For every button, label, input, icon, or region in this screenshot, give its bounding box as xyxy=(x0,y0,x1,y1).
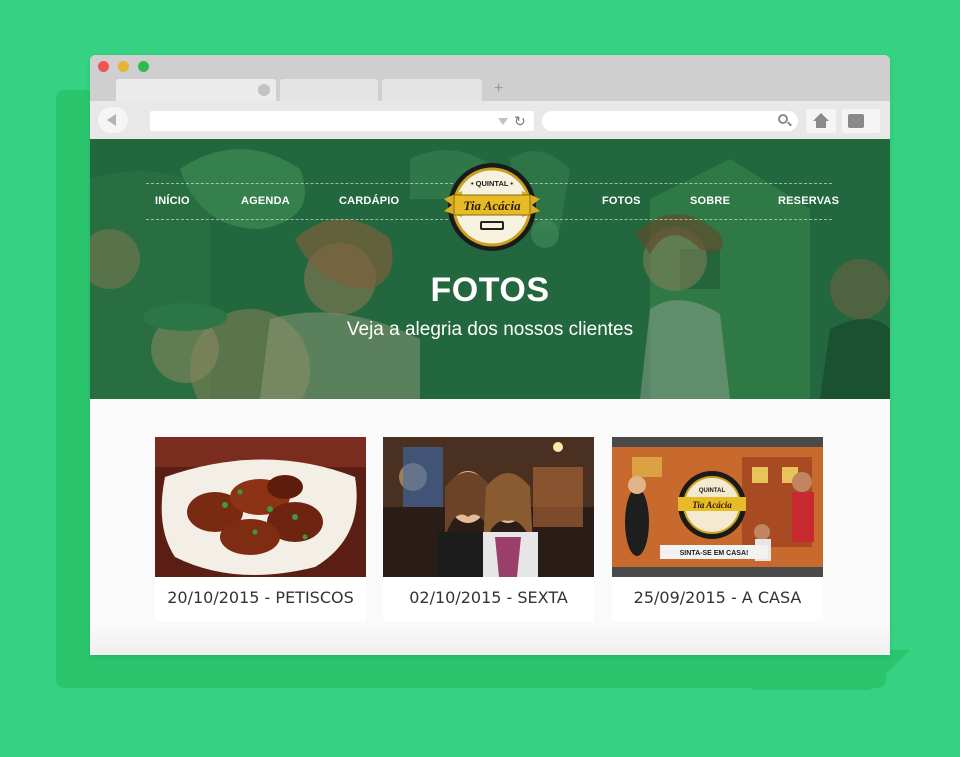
back-button[interactable] xyxy=(98,107,128,133)
nav-item-sobre[interactable]: SOBRE xyxy=(690,195,730,207)
nav-item-fotos[interactable]: FOTOS xyxy=(602,195,641,207)
tab-close-icon[interactable] xyxy=(258,84,270,96)
gallery-card[interactable]: 20/10/2015 - PETISCOS xyxy=(155,437,366,621)
maximize-window-button[interactable] xyxy=(138,61,149,72)
sign-top-text: QUINTAL xyxy=(699,488,726,494)
browser-tab-active[interactable] xyxy=(116,79,276,101)
search-field[interactable] xyxy=(542,111,798,131)
minimize-window-button[interactable] xyxy=(118,61,129,72)
browser-titlebar: + xyxy=(90,55,890,101)
browser-toolbar: ↻ xyxy=(90,101,890,139)
gallery-caption[interactable]: 25/09/2015 - A CASA xyxy=(612,577,823,621)
reload-icon[interactable]: ↻ xyxy=(514,111,526,131)
site-logo[interactable]: • QUINTAL • Tia Acácia xyxy=(442,161,542,253)
browser-tab[interactable] xyxy=(280,79,378,101)
search-icon[interactable] xyxy=(778,114,788,124)
nav-item-cardapio[interactable]: CARDÁPIO xyxy=(339,195,399,207)
logo-emblem: • QUINTAL • Tia Acácia xyxy=(444,163,540,251)
home-button[interactable] xyxy=(806,109,836,133)
browser-window: + ↻ INÍCIO AGENDA CARDÁPIO FOTOS SOBRE R… xyxy=(90,55,890,655)
gallery-card[interactable]: QUINTAL Tia Acácia SINTA-SE EM CASA! 25/… xyxy=(612,437,823,621)
gallery-photo[interactable] xyxy=(155,437,366,577)
hero-banner: INÍCIO AGENDA CARDÁPIO FOTOS SOBRE RESER… xyxy=(90,139,890,399)
sign-banner-text: SINTA-SE EM CASA! xyxy=(680,550,749,557)
photo-a-casa: QUINTAL Tia Acácia SINTA-SE EM CASA! xyxy=(612,437,823,577)
nav-item-inicio[interactable]: INÍCIO xyxy=(155,195,190,207)
browser-tab[interactable] xyxy=(382,79,482,101)
logo-main-text: Tia Acácia xyxy=(463,198,521,213)
logo-top-text: • QUINTAL • xyxy=(471,179,513,188)
page-subtitle: Veja a alegria dos nossos clientes xyxy=(346,319,634,340)
nav-item-agenda[interactable]: AGENDA xyxy=(241,195,290,207)
address-bar[interactable] xyxy=(150,111,534,131)
gallery-photo[interactable] xyxy=(383,437,594,577)
gallery-photo[interactable]: QUINTAL Tia Acácia SINTA-SE EM CASA! xyxy=(612,437,823,577)
gallery-caption[interactable]: 02/10/2015 - SEXTA xyxy=(383,577,594,621)
close-window-button[interactable] xyxy=(98,61,109,72)
nav-item-reservas[interactable]: RESERVAS xyxy=(778,195,839,207)
address-dropdown-icon[interactable] xyxy=(498,118,508,125)
page-bottom-fade xyxy=(90,625,890,655)
gallery-card[interactable]: 02/10/2015 - SEXTA xyxy=(383,437,594,621)
photo-petiscos xyxy=(155,437,366,577)
page-title: FOTOS xyxy=(430,271,550,309)
new-tab-button[interactable]: + xyxy=(494,79,503,99)
extension-button[interactable] xyxy=(842,109,880,133)
home-icon-base xyxy=(816,120,826,128)
sign-main-text: Tia Acácia xyxy=(692,500,732,510)
photo-sexta xyxy=(383,437,594,577)
gallery-caption[interactable]: 20/10/2015 - PETISCOS xyxy=(155,577,366,621)
